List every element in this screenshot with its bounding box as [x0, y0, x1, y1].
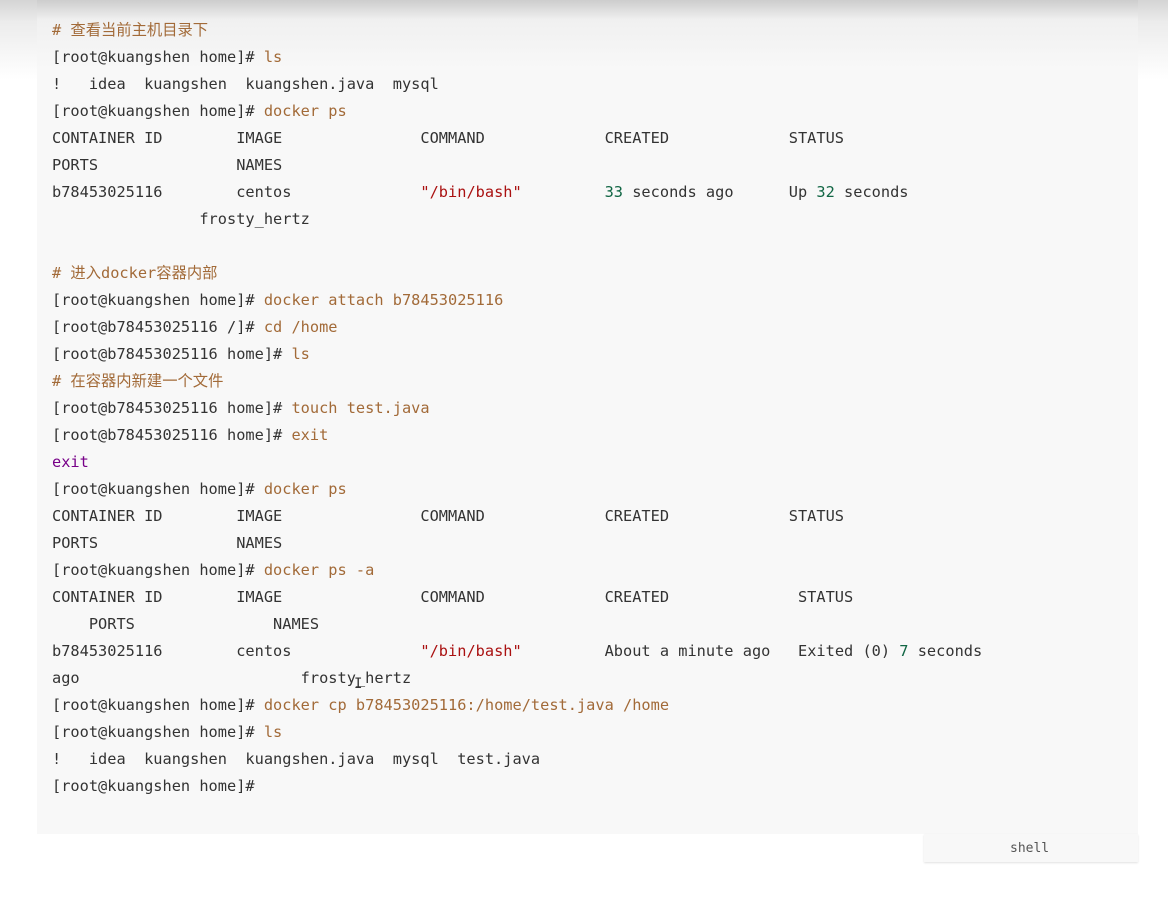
code-line: PORTS NAMES — [52, 611, 982, 638]
code-line: [root@b78453025116 home]# ls — [52, 341, 982, 368]
code-text: [root@b78453025116 home]# — [52, 426, 292, 444]
code-cmd-token: docker attach b78453025116 — [263, 291, 504, 309]
code-text: [root@kuangshen home]# — [52, 696, 264, 714]
code-kw-token: exit — [52, 453, 89, 471]
code-cmd-token: ls — [263, 48, 283, 66]
code-num-token: 32 — [816, 183, 835, 201]
code-cmd-token: docker ps -a — [263, 561, 375, 579]
code-line: ago frosty_hertz — [52, 665, 982, 692]
code-line: [root@kuangshen home]# docker cp b784530… — [52, 692, 982, 719]
code-comment-token: # 进入docker容器内部 — [52, 264, 218, 282]
code-comment-token: # 在容器内新建一个文件 — [52, 372, 224, 390]
code-line: [root@b78453025116 /]# cd /home — [52, 314, 982, 341]
code-text: PORTS NAMES — [52, 534, 283, 552]
code-text: ! idea kuangshen kuangshen.java mysql — [52, 75, 439, 93]
code-text: seconds — [834, 183, 909, 201]
code-line: [root@kuangshen home]# docker ps — [52, 98, 982, 125]
code-line: [root@kuangshen home]# ls — [52, 719, 982, 746]
code-cmd-token: ls — [263, 723, 283, 741]
code-cmd-token: ls — [291, 345, 310, 363]
code-text: [root@kuangshen home]# — [52, 291, 264, 309]
code-line: CONTAINER ID IMAGE COMMAND CREATED STATU… — [52, 584, 982, 611]
code-line: CONTAINER ID IMAGE COMMAND CREATED STATU… — [52, 125, 982, 152]
code-text: [root@kuangshen home]# — [52, 48, 264, 66]
code-str-token: "/bin/bash" — [420, 183, 522, 201]
code-text: [root@kuangshen home]# — [52, 723, 264, 741]
code-line: frosty_hertz — [52, 206, 982, 233]
code-text: PORTS NAMES — [52, 615, 320, 633]
code-line: b78453025116 centos "/bin/bash" 33 secon… — [52, 179, 982, 206]
code-text: b78453025116 centos — [52, 642, 421, 660]
code-text: About a minute ago Exited (0) — [521, 642, 900, 660]
code-line: ! idea kuangshen kuangshen.java mysql te… — [52, 746, 982, 773]
code-text: [root@kuangshen home]# — [52, 480, 264, 498]
code-str-token: "/bin/bash" — [420, 642, 522, 660]
code-line: PORTS NAMES — [52, 530, 982, 557]
code-line: # 查看当前主机目录下 — [52, 17, 982, 44]
code-line: [root@kuangshen home]# docker ps — [52, 476, 982, 503]
text-cursor-icon: I — [354, 676, 363, 692]
code-language-label: shell — [1010, 841, 1050, 856]
code-line: # 进入docker容器内部 — [52, 260, 982, 287]
code-line: ! idea kuangshen kuangshen.java mysql — [52, 71, 982, 98]
code-line: [root@kuangshen home]# docker attach b78… — [52, 287, 982, 314]
code-line: [root@b78453025116 home]# touch test.jav… — [52, 395, 982, 422]
code-cmd-token: cd /home — [263, 318, 338, 336]
code-text: PORTS NAMES — [52, 156, 283, 174]
code-text: [root@kuangshen home]# — [52, 102, 264, 120]
page: # 查看当前主机目录下 [root@kuangshen home]# ls ! id… — [0, 0, 1168, 909]
code-cmd-token: docker ps — [263, 102, 347, 120]
code-line: [root@b78453025116 home]# exit — [52, 422, 982, 449]
code-language-bar: shell — [924, 834, 1138, 862]
code-content[interactable]: # 查看当前主机目录下 [root@kuangshen home]# ls ! id… — [52, 17, 982, 800]
code-line: [root@kuangshen home]# ls — [52, 44, 982, 71]
code-line: PORTS NAMES — [52, 152, 982, 179]
code-text: [root@b78453025116 home]# — [52, 345, 292, 363]
code-text: [root@kuangshen home]# — [52, 777, 255, 795]
code-text: CONTAINER ID IMAGE COMMAND CREATED STATU… — [52, 588, 854, 606]
code-text: [root@b78453025116 /]# — [52, 318, 264, 336]
code-line: # 在容器内新建一个文件 — [52, 368, 982, 395]
code-text: seconds — [908, 642, 983, 660]
code-text: [root@kuangshen home]# — [52, 561, 264, 579]
code-text: seconds ago Up — [623, 183, 817, 201]
code-cmd-token: docker cp b78453025116:/home/test.java /… — [263, 696, 670, 714]
code-num-token: 7 — [899, 642, 909, 660]
code-line: CONTAINER ID IMAGE COMMAND CREATED STATU… — [52, 503, 982, 530]
code-num-token: 33 — [604, 183, 624, 201]
code-text: [root@b78453025116 home]# — [52, 399, 292, 417]
code-text: CONTAINER ID IMAGE COMMAND CREATED STATU… — [52, 507, 845, 525]
code-line: [root@kuangshen home]# — [52, 773, 982, 800]
code-cmd-token: docker ps — [263, 480, 347, 498]
code-line: [root@kuangshen home]# docker ps -a — [52, 557, 982, 584]
code-text: frosty_hertz — [52, 210, 310, 228]
code-cmd-token: touch test.java — [291, 399, 430, 417]
code-text: CONTAINER ID IMAGE COMMAND CREATED STATU… — [52, 129, 845, 147]
code-line: exit — [52, 449, 982, 476]
code-cmd-token: exit — [291, 426, 329, 444]
code-text: ! idea kuangshen kuangshen.java mysql te… — [52, 750, 541, 768]
code-line: b78453025116 centos "/bin/bash" About a … — [52, 638, 982, 665]
code-comment-token: # 查看当前主机目录下 — [52, 21, 209, 39]
code-text: b78453025116 centos — [52, 183, 421, 201]
